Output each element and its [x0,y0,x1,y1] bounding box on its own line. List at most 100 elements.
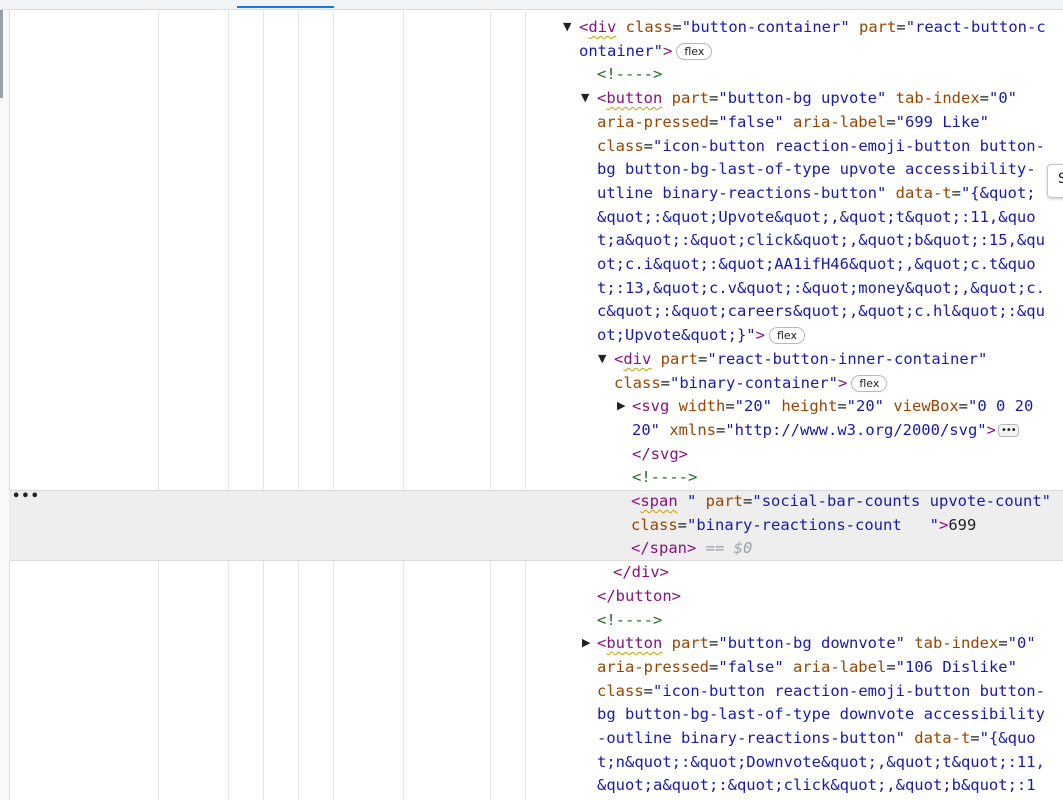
code-token: = [743,492,753,510]
code-token: == $0 [696,539,753,558]
code-token: "social-bar-counts upvote-count" [752,492,1051,510]
side-tooltip: S [1047,164,1063,198]
dom-tree-line[interactable]: bg button-bg-last-of-type downvote acces… [597,702,1045,726]
code-token: part [849,18,897,36]
code-token: data-t [904,729,971,747]
code-token: <svg [632,397,670,416]
dom-tree-line[interactable]: <!----> [597,608,662,632]
code-token: class [616,18,673,36]
code-token: "0" [989,89,1018,108]
code-token: "699 Like" [895,112,989,131]
dom-tree-line[interactable]: t;n&quot;:&quot;Downvote&quot;,&quot;t&q… [597,750,1045,774]
code-token: tab-index [905,634,999,653]
column-divider [158,10,159,800]
code-token: = [643,681,654,700]
dom-tree-line[interactable]: utline binary-reactions-button" data-t="… [597,181,1036,205]
dom-tree-line[interactable]: ot;Upvote&quot;}"> flex [597,323,805,347]
dom-tree-line[interactable]: <button part="button-bg upvote" tab-inde… [597,86,1017,110]
dom-tree-line[interactable]: class="binary-reactions-count ">699 [631,513,976,537]
dom-tree-line[interactable]: <!----> [597,62,662,86]
code-token: "0" [1007,634,1036,653]
dom-tree-line[interactable]: t;a&quot;:&quot;click&quot;,&quot;b&quot… [597,228,1045,252]
code-token: "binary-reactions-count " [687,515,939,534]
dom-tree-line[interactable]: c&quot;:&quot;careers&quot;,&quot;c.hl&q… [597,299,1045,323]
collapse-triangle-icon[interactable]: ▼ [581,91,589,104]
code-token: bg button-bg-last-of-type downvote acces… [597,705,1045,724]
expand-ellipsis-button[interactable]: ••• [997,423,1019,437]
code-token: > [838,373,848,392]
code-token: data-t [886,183,952,202]
dom-tree-line[interactable]: &quot;:&quot;Upvote&quot;,&quot;t&quot;:… [597,205,1036,229]
code-token: = [716,420,726,439]
code-token: c&quot;:&quot;careers&quot;,&quot;c.hl&q… [597,302,1045,321]
code-token: span [640,492,678,510]
dom-tree-line[interactable]: bg button-bg-last-of-type upvote accessi… [597,157,1036,181]
code-token: "106 Dislike" [895,657,1017,676]
flex-badge[interactable]: flex [851,374,888,392]
dom-tree-line[interactable]: -outline binary-reactions-button" data-t… [597,726,1036,750]
code-token: > [938,515,949,534]
flex-badge[interactable]: flex [676,42,713,60]
code-token: "false" [718,112,784,131]
flex-badge[interactable]: flex [768,327,805,345]
dom-tree-line[interactable]: <div class="button-container" part="reac… [579,15,1046,39]
code-token: </svg> [632,444,688,463]
dom-tree-line[interactable]: &quot;a&quot;:&quot;click&quot;,&quot;b&… [597,773,1036,797]
code-token: "false" [718,657,784,676]
collapse-triangle-icon[interactable]: ▼ [598,352,606,365]
code-token: "button-bg downvote" [718,634,905,653]
dom-tree-line[interactable]: t;:13,&quot;c.v&quot;:&quot;money&quot;,… [597,276,1045,300]
dom-tree-line[interactable]: </svg> [632,442,688,466]
code-token: utline binary-reactions-button" [597,183,887,202]
code-token: " [677,492,697,510]
dom-tree-line[interactable]: </button> [597,584,681,608]
dom-tree-line[interactable]: 20" xmlns="http://www.w3.org/2000/svg"> •… [632,418,1019,442]
code-token: = [837,397,847,416]
node-options-menu-icon[interactable]: ••• [12,489,40,504]
code-token: < [597,89,607,108]
dom-tree-line[interactable]: <svg width="20" height="20" viewBox="0 0… [632,394,1033,418]
code-token: = [951,183,961,202]
dom-tree-line[interactable]: aria-pressed="false" aria-label="699 Lik… [597,110,989,134]
dom-tree-line[interactable]: ontainer"> flex [579,39,713,63]
code-token: &quot;:&quot;Upvote&quot;,&quot;t&quot;:… [597,207,1036,226]
collapse-triangle-icon[interactable]: ▼ [563,20,571,33]
dom-tree-line[interactable]: <!----> [632,465,697,489]
dom-tree-line[interactable]: aria-pressed="false" aria-label="106 Dis… [597,655,1017,679]
code-token: = [970,729,980,747]
code-token: viewBox [884,397,959,416]
dom-tree-line[interactable]: class="binary-container"> flex [614,371,888,395]
code-token: = [708,657,719,676]
expand-triangle-icon[interactable]: ▶ [617,399,625,412]
dom-tree-line[interactable]: ot;c.i&quot;:&quot;AA1ifH46&quot;,&quot;… [597,252,1036,276]
code-token: = [709,634,719,653]
code-token: = [660,373,671,392]
code-token: > [663,41,673,60]
code-token: ot;c.i&quot;:&quot;AA1ifH46&quot;,&quot;… [597,255,1036,273]
code-token: aria-label [783,112,887,131]
code-token: t;a&quot;:&quot;click&quot;,&quot;b&quot… [597,231,1045,250]
dom-tree-line[interactable]: class="icon-button reaction-emoji-button… [597,679,1045,703]
code-token: = [958,397,968,416]
dom-tree-line[interactable]: <button part="button-bg downvote" tab-in… [597,631,1036,655]
code-token: < [631,492,641,510]
code-token: = [886,657,896,676]
code-token: width [669,397,726,416]
code-token: "binary-container" [670,373,838,392]
code-token: = [896,18,906,36]
code-token: &quot;a&quot;:&quot;click&quot;,&quot;b&… [597,776,1036,795]
dom-tree-line[interactable]: class="icon-button reaction-emoji-button… [597,134,1045,158]
code-token: = [698,349,708,368]
code-token: = [709,89,719,108]
code-token: < [579,18,589,36]
code-token: <!----> [597,65,663,84]
dom-tree-line[interactable]: <span " part="social-bar-counts upvote-c… [631,489,1051,513]
dom-tree-line[interactable]: <div part="react-button-inner-container" [614,347,987,371]
code-token: bg button-bg-last-of-type upvote accessi… [597,160,1036,179]
code-token: part [651,349,699,368]
expand-triangle-icon[interactable]: ▶ [582,636,590,649]
code-token: "react-button-c [905,18,1046,36]
dom-tree-line[interactable]: </div> [613,560,669,584]
code-token: 699 [948,515,977,534]
dom-tree-line[interactable]: </span> == $0 [631,536,752,560]
